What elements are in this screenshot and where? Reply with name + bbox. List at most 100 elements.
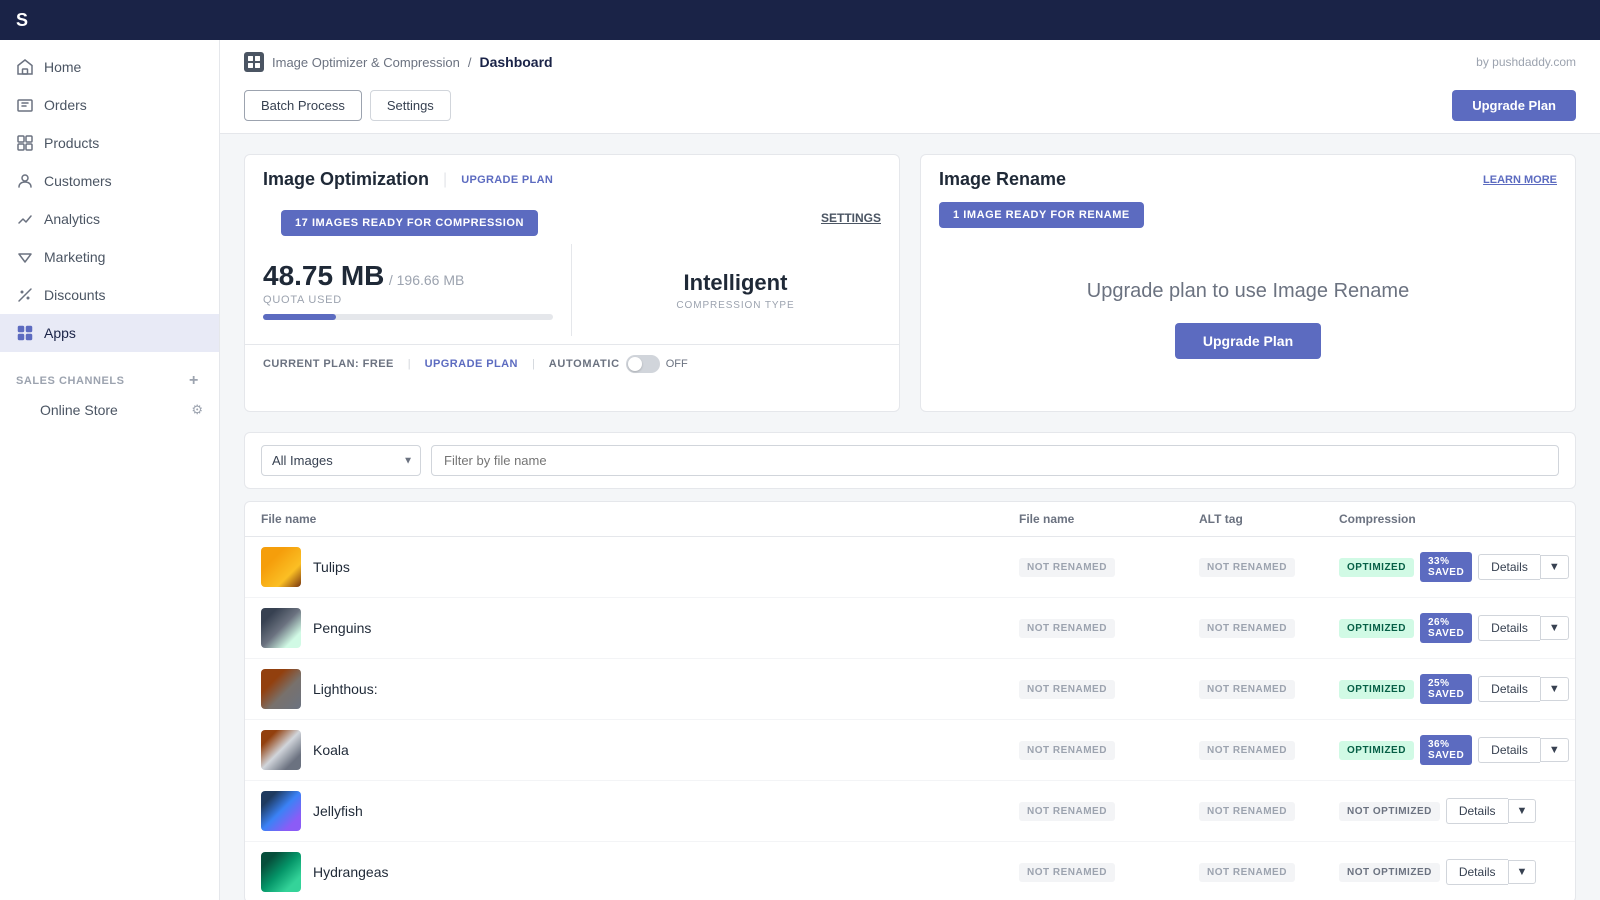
rename-banner: 1 IMAGE READY FOR RENAME xyxy=(939,202,1144,228)
row-alttag-status: NOT RENAMED xyxy=(1199,557,1339,577)
compression-cell: NOT OPTIMIZED Details ▼ xyxy=(1339,859,1559,885)
row-filename-status: NOT RENAMED xyxy=(1019,740,1199,760)
table-row: Lighthous: NOT RENAMED NOT RENAMED OPTIM… xyxy=(245,659,1575,720)
optimized-badge: OPTIMIZED xyxy=(1339,741,1414,760)
online-store-settings-icon[interactable]: ⚙ xyxy=(191,402,203,418)
by-text: by pushdaddy.com xyxy=(1476,55,1576,69)
col-header-compression: Compression xyxy=(1339,512,1559,526)
quota-total-value: / 196.66 MB xyxy=(389,272,465,288)
details-dropdown-button[interactable]: ▼ xyxy=(1540,677,1569,701)
quota-numbers: 48.75 MB / 196.66 MB xyxy=(263,260,553,292)
details-button[interactable]: Details xyxy=(1478,554,1540,580)
table-row: Tulips NOT RENAMED NOT RENAMED OPTIMIZED… xyxy=(245,537,1575,598)
details-dropdown-button[interactable]: ▼ xyxy=(1540,738,1569,762)
file-name-tag: NOT RENAMED xyxy=(1019,619,1115,638)
customers-icon xyxy=(16,172,34,190)
details-dropdown-button[interactable]: ▼ xyxy=(1540,555,1569,579)
saved-badge: 26% SAVED xyxy=(1420,613,1472,643)
sidebar-item-online-store[interactable]: Online Store ⚙ xyxy=(0,394,219,426)
app-header: Image Optimizer & Compression / Dashboar… xyxy=(220,40,1600,134)
opt-settings-link[interactable]: SETTINGS xyxy=(821,211,881,225)
compression-cell: OPTIMIZED 25% SAVED Details ▼ xyxy=(1339,674,1559,704)
sales-channels-section: SALES CHANNELS + xyxy=(0,360,219,394)
add-sales-channel-button[interactable]: + xyxy=(185,372,203,390)
sidebar-item-customers[interactable]: Customers xyxy=(0,162,219,200)
sidebar-item-home[interactable]: Home xyxy=(0,48,219,86)
breadcrumb-current: Dashboard xyxy=(479,54,552,70)
details-button[interactable]: Details xyxy=(1446,798,1508,824)
compression-cell: NOT OPTIMIZED Details ▼ xyxy=(1339,798,1559,824)
row-thumb xyxy=(261,730,301,770)
not-optimized-badge: NOT OPTIMIZED xyxy=(1339,863,1440,882)
alt-tag-tag: NOT RENAMED xyxy=(1199,680,1295,699)
sidebar-item-marketing[interactable]: Marketing xyxy=(0,238,219,276)
optimization-body: 17 IMAGES READY FOR COMPRESSION SETTINGS… xyxy=(245,200,899,383)
row-name-cell: Jellyfish xyxy=(261,791,1019,831)
filter-select[interactable]: All ImagesOptimizedNot Optimized xyxy=(261,445,421,476)
sidebar-item-products-label: Products xyxy=(44,135,99,151)
row-thumb xyxy=(261,852,301,892)
compression-type-label: COMPRESSION TYPE xyxy=(676,300,794,311)
image-table: File name File name ALT tag Compression … xyxy=(244,501,1576,900)
table-row: Koala NOT RENAMED NOT RENAMED OPTIMIZED … xyxy=(245,720,1575,781)
sidebar-item-apps-label: Apps xyxy=(44,325,76,341)
sales-channels-label: SALES CHANNELS xyxy=(16,375,125,387)
optimization-title: Image Optimization xyxy=(263,169,429,190)
opt-stats-row: 48.75 MB / 196.66 MB QUOTA USED Intellig… xyxy=(245,244,899,336)
upgrade-plan-button[interactable]: Upgrade Plan xyxy=(1452,90,1576,121)
filter-input[interactable] xyxy=(431,445,1559,476)
details-dropdown-button[interactable]: ▼ xyxy=(1508,799,1537,823)
dashboard-content: Image Optimization | UPGRADE PLAN 17 IMA… xyxy=(220,134,1600,900)
sidebar-item-products[interactable]: Products xyxy=(0,124,219,162)
image-optimization-panel: Image Optimization | UPGRADE PLAN 17 IMA… xyxy=(244,154,900,412)
row-thumb xyxy=(261,608,301,648)
file-name-tag: NOT RENAMED xyxy=(1019,863,1115,882)
details-dropdown-button[interactable]: ▼ xyxy=(1508,860,1537,884)
details-dropdown-button[interactable]: ▼ xyxy=(1540,616,1569,640)
row-thumb xyxy=(261,791,301,831)
sidebar-item-orders-label: Orders xyxy=(44,97,87,113)
orders-icon xyxy=(16,96,34,114)
sidebar-item-discounts-label: Discounts xyxy=(44,287,105,303)
details-btn-group: Details ▼ xyxy=(1446,798,1537,824)
settings-button[interactable]: Settings xyxy=(370,90,451,121)
row-filename-status: NOT RENAMED xyxy=(1019,862,1199,882)
sidebar-item-orders[interactable]: Orders xyxy=(0,86,219,124)
automatic-toggle-container: AUTOMATIC OFF xyxy=(549,355,688,373)
optimization-upgrade-link[interactable]: UPGRADE PLAN xyxy=(461,174,553,186)
optimized-badge: OPTIMIZED xyxy=(1339,619,1414,638)
opt-footer: CURRENT PLAN: FREE | UPGRADE PLAN | AUTO… xyxy=(245,344,899,383)
compression-banner: 17 IMAGES READY FOR COMPRESSION xyxy=(281,210,538,236)
details-button[interactable]: Details xyxy=(1446,859,1508,885)
sidebar: Home Orders Products Customers xyxy=(0,40,220,900)
details-button[interactable]: Details xyxy=(1478,615,1540,641)
plan-upgrade-link[interactable]: UPGRADE PLAN xyxy=(425,358,518,370)
sidebar-item-discounts[interactable]: Discounts xyxy=(0,276,219,314)
row-file-name: Hydrangeas xyxy=(313,864,389,880)
optimization-panel-header: Image Optimization | UPGRADE PLAN xyxy=(245,155,899,190)
sidebar-item-apps[interactable]: Apps xyxy=(0,314,219,352)
file-name-tag: NOT RENAMED xyxy=(1019,802,1115,821)
alt-tag-tag: NOT RENAMED xyxy=(1199,619,1295,638)
app-icon xyxy=(244,52,264,72)
quota-label: QUOTA USED xyxy=(263,294,553,306)
automatic-toggle[interactable] xyxy=(626,355,660,373)
compression-cell: OPTIMIZED 33% SAVED Details ▼ xyxy=(1339,552,1559,582)
sidebar-nav: Home Orders Products Customers xyxy=(0,40,219,360)
row-filename-status: NOT RENAMED xyxy=(1019,557,1199,577)
sidebar-item-analytics[interactable]: Analytics xyxy=(0,200,219,238)
row-file-name: Penguins xyxy=(313,620,371,636)
details-button[interactable]: Details xyxy=(1478,676,1540,702)
details-button[interactable]: Details xyxy=(1478,737,1540,763)
breadcrumb-separator: / xyxy=(468,55,472,70)
rename-upgrade-button[interactable]: Upgrade Plan xyxy=(1175,323,1321,359)
alt-tag-tag: NOT RENAMED xyxy=(1199,802,1295,821)
toggle-off-label: OFF xyxy=(666,358,688,370)
rename-learn-more-link[interactable]: LEARN MORE xyxy=(1483,174,1557,186)
file-name-tag: NOT RENAMED xyxy=(1019,558,1115,577)
breadcrumb: Image Optimizer & Compression / Dashboar… xyxy=(244,40,1576,80)
rename-upgrade-text: Upgrade plan to use Image Rename xyxy=(957,280,1539,303)
file-name-tag: NOT RENAMED xyxy=(1019,680,1115,699)
batch-process-button[interactable]: Batch Process xyxy=(244,90,362,121)
row-filename-status: NOT RENAMED xyxy=(1019,679,1199,699)
